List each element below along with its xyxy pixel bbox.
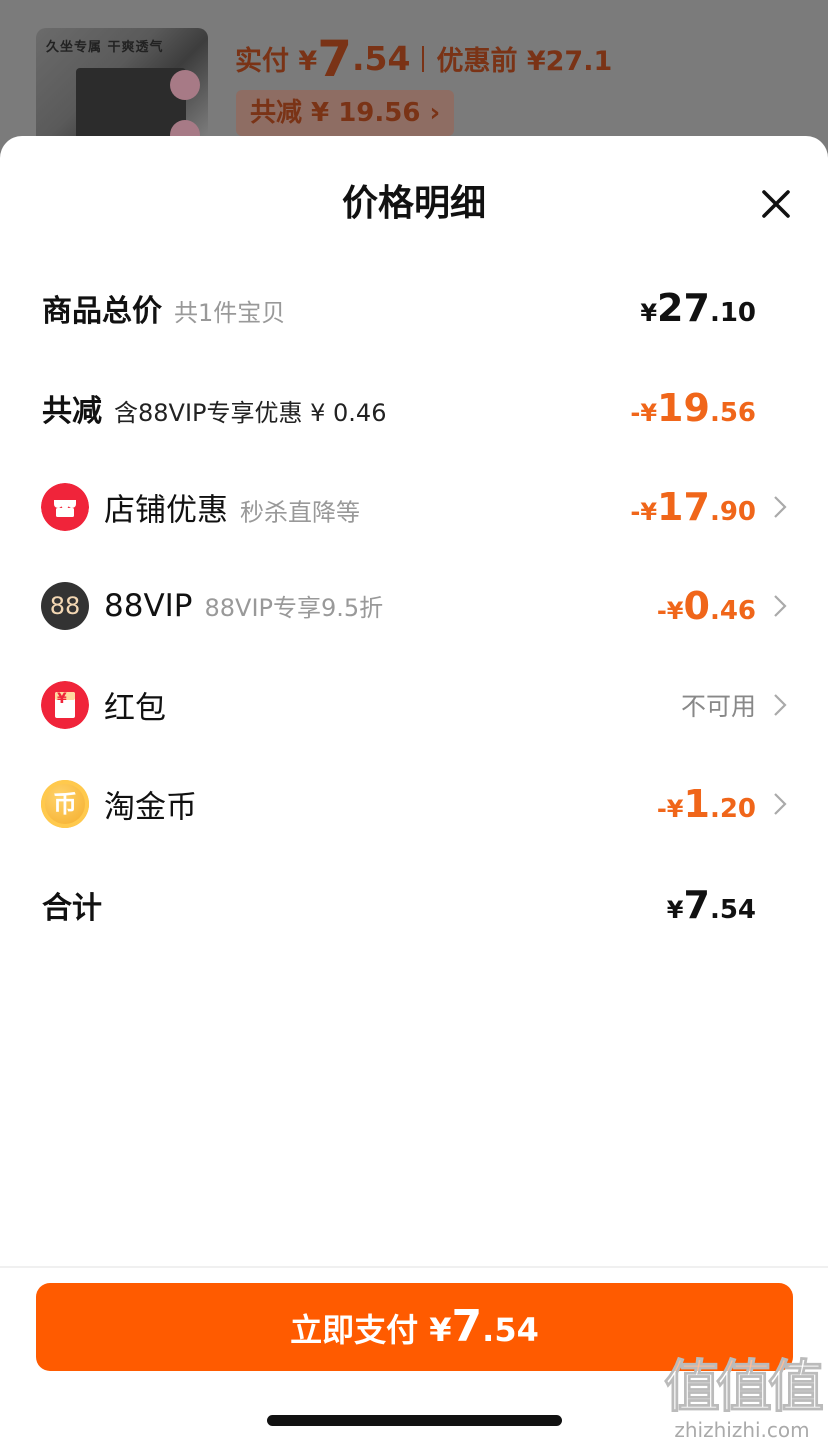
pay-prefix: 实付 ¥ <box>235 46 318 77</box>
pay-dec: .54 <box>351 39 411 78</box>
vip-88-icon: 88 <box>41 582 89 630</box>
home-indicator[interactable] <box>267 1415 562 1426</box>
row-total-reduction: 共减 含88VIP专享优惠 ¥ 0.46 -¥19.56 <box>0 378 828 438</box>
red-packet-icon-glyph: ¥ <box>57 691 67 707</box>
row-tao-coins[interactable]: 币 淘金币 -¥1.20 <box>0 774 828 834</box>
footer-divider <box>0 1266 828 1268</box>
price-detail-sheet: 价格明细 商品总价 共1件宝贝 ¥27.10 共减 含88VIP专享优惠 ¥ 0.4… <box>0 136 828 1443</box>
reduce-tag: 共减 ¥ 19.56 › <box>236 90 455 136</box>
goods-total-label: 商品总价 <box>42 294 162 329</box>
row-shop-discount[interactable]: 店铺优惠 秒杀直降等 -¥17.90 <box>0 477 828 537</box>
background-pay-summary: 实付 ¥7.54 优惠前 ¥27.1 <box>235 30 612 88</box>
chevron-right-icon <box>774 595 787 617</box>
sum-label: 合计 <box>42 891 102 926</box>
close-icon <box>762 190 790 218</box>
chevron-right-icon <box>774 694 787 716</box>
decor-flower <box>170 70 200 100</box>
tao-coins-label: 淘金币 <box>104 789 197 826</box>
tao-coins-amount: -¥1.20 <box>656 782 756 826</box>
pay-button-label: 立即支付 ¥ <box>290 1311 452 1349</box>
store-icon <box>41 483 89 531</box>
red-packet-label: 红包 <box>104 690 166 727</box>
row-red-packet[interactable]: ¥ 红包 不可用 <box>0 675 828 735</box>
sheet-title: 价格明细 <box>341 183 486 224</box>
watermark-logo-text: 值值值 <box>664 1355 825 1420</box>
sum-amount: ¥7.54 <box>666 883 756 927</box>
row-goods-total: 商品总价 共1件宝贝 ¥27.10 <box>0 278 828 338</box>
row-sum: 合计 ¥7.54 <box>0 875 828 935</box>
reduction-label: 共减 <box>42 394 102 429</box>
vip-note: 88VIP专享9.5折 <box>204 594 384 622</box>
before-discount-label: 优惠前 ¥27.1 <box>436 46 613 77</box>
row-88vip[interactable]: 88 88VIP 88VIP专享9.5折 -¥0.46 <box>0 576 828 636</box>
shop-discount-label: 店铺优惠 <box>104 492 228 529</box>
coin-icon: 币 <box>41 780 89 828</box>
chevron-right-icon <box>774 793 787 815</box>
reduction-vip-note: 含88VIP专享优惠 ¥ 0.46 <box>114 399 387 427</box>
vip-discount-amount: -¥0.46 <box>656 584 756 628</box>
thumbnail-caption: 久坐专属 干爽透气 <box>46 40 164 55</box>
reduction-amount: -¥19.56 <box>630 386 756 430</box>
pay-int: 7 <box>317 30 352 88</box>
vip-label: 88VIP <box>104 588 193 624</box>
shop-discount-note: 秒杀直降等 <box>240 498 360 527</box>
close-button[interactable] <box>756 184 796 224</box>
chevron-right-icon <box>774 496 787 518</box>
divider <box>422 46 425 72</box>
goods-total-amount: ¥27.10 <box>640 286 756 330</box>
red-packet-status: 不可用 <box>680 692 756 721</box>
watermark-url: zhizhizhi.com <box>674 1418 810 1442</box>
goods-total-count: 共1件宝贝 <box>174 299 286 327</box>
shop-discount-amount: -¥17.90 <box>630 485 756 529</box>
watermark: 值值值 zhizhizhi.com <box>664 1355 825 1442</box>
